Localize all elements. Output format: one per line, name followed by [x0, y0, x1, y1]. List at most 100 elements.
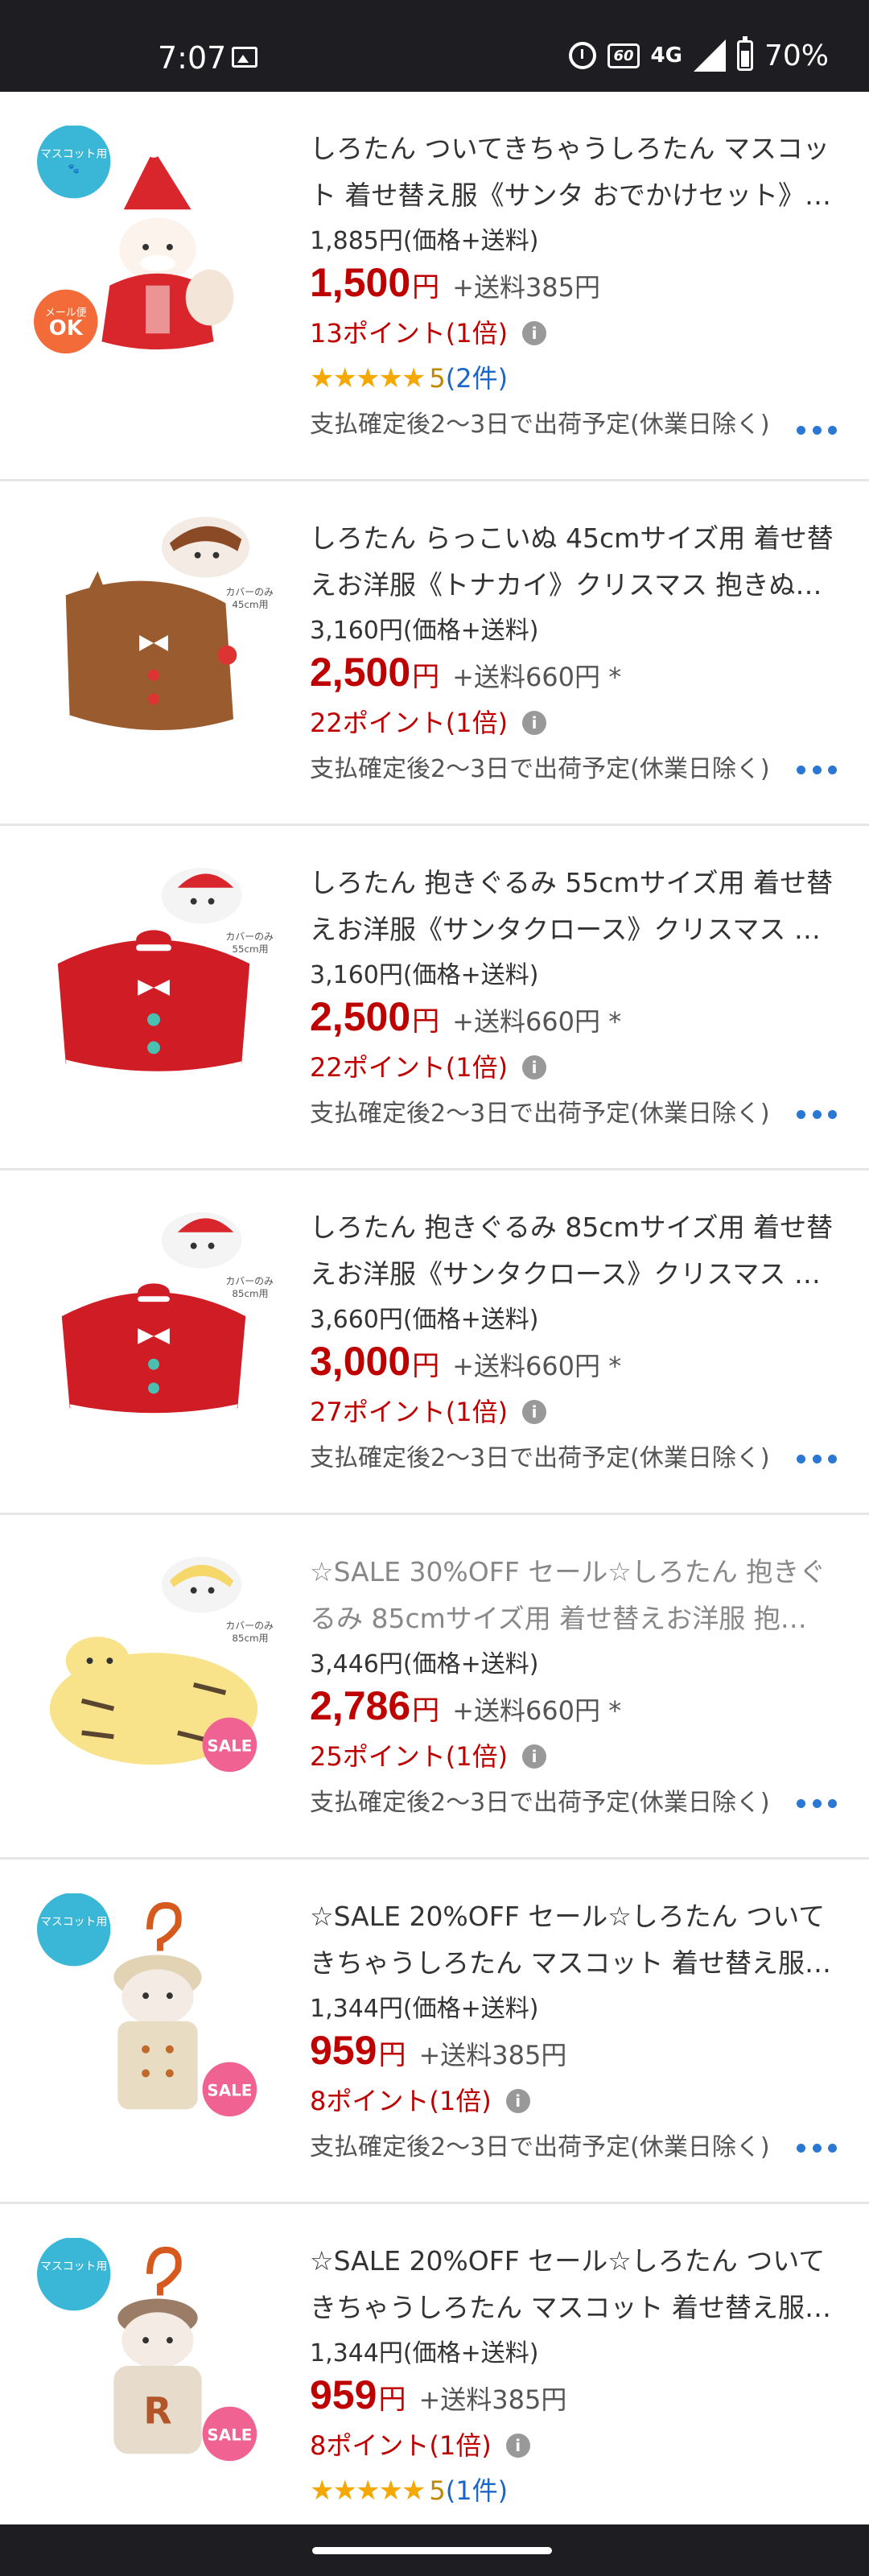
more-options-icon[interactable] — [797, 1106, 837, 1122]
points-label: 8ポイント(1倍) — [310, 2086, 492, 2116]
product-item[interactable]: カバーのみ 85cm用 SALE ☆SALE 30%OFF セール☆しろたん 抱… — [0, 1515, 869, 1860]
product-item[interactable]: カバーのみ 45cm用 しろたん らっこいぬ 45cmサイズ用 着せ替えお洋服《… — [0, 481, 869, 826]
price-row: 2,786 円 +送料660円 * — [310, 1682, 837, 1734]
svg-text:45cm用: 45cm用 — [232, 599, 268, 610]
reference-price: 1,344円(価格+送料) — [310, 2339, 539, 2368]
shipping-note: 支払確定後2〜3日で出荷予定(休業日除く) — [310, 1789, 770, 1817]
points: 25ポイント(1倍) i — [310, 1734, 837, 1779]
gallery-notification-icon — [232, 47, 257, 68]
product-info: しろたん 抱きぐるみ 55cmサイズ用 着せ替えお洋服《サンタクロース》クリスマ… — [310, 860, 837, 1138]
review-count[interactable]: (2件) — [446, 356, 508, 401]
product-title[interactable]: ☆SALE 20%OFF セール☆しろたん ついてきちゃうしろたん マスコット … — [310, 1893, 837, 1987]
network-type: 4G — [650, 43, 682, 68]
points: 13ポイント(1倍) i — [310, 311, 837, 356]
product-thumbnail[interactable]: カバーのみ 45cm用 — [34, 515, 274, 755]
shipping-note: 支払確定後2〜3日で出荷予定(休業日除く) — [310, 1444, 770, 1472]
info-icon[interactable]: i — [505, 2434, 530, 2458]
home-gesture-handle[interactable] — [312, 2547, 552, 2554]
shipping-note: 支払確定後2〜3日で出荷予定(休業日除く) — [310, 2133, 770, 2161]
more-options-icon[interactable] — [797, 1795, 837, 1811]
product-item[interactable]: マスコット用 🐾 メール便 OK しろたん ついてきちゃうしろたん マスコット … — [0, 92, 869, 481]
santa-mascot-image: マスコット用 🐾 メール便 OK — [34, 126, 234, 354]
points-label: 8ポイント(1倍) — [310, 2430, 492, 2461]
status-bar: 7:07 60 4G 70% — [0, 0, 869, 92]
santa-costume-85-image: カバーのみ 85cm用 — [61, 1212, 274, 1424]
product-info: しろたん らっこいぬ 45cmサイズ用 着せ替えお洋服《トナカイ》クリスマス 抱… — [310, 515, 837, 794]
product-list: マスコット用 🐾 メール便 OK しろたん ついてきちゃうしろたん マスコット … — [0, 92, 869, 2526]
info-icon[interactable]: i — [522, 1400, 547, 1424]
more-options-icon[interactable] — [797, 762, 837, 778]
clock: 7:07 — [158, 40, 227, 76]
price: 959 — [310, 2028, 377, 2073]
svg-text:OK: OK — [49, 316, 84, 341]
shipping-fee: +送料660円 * — [452, 662, 622, 692]
product-item[interactable]: マスコット用 R SALE ☆SALE 20%OFF セール☆しろたん ついてき… — [0, 2204, 869, 2526]
product-title[interactable]: ☆SALE 20%OFF セール☆しろたん ついてきちゃうしろたん マスコット … — [310, 2238, 837, 2331]
product-thumbnail[interactable]: カバーのみ 85cm用 SALE — [34, 1549, 274, 1789]
price-unit: 円 — [412, 1695, 440, 1727]
product-title[interactable]: ☆SALE 30%OFF セール☆しろたん 抱きぐるみ 85cmサイズ用 着せ替… — [310, 1549, 837, 1642]
points: 8ポイント(1倍) i — [310, 2079, 837, 2124]
sale-badge-text: SALE — [207, 1736, 252, 1755]
product-info: ☆SALE 20%OFF セール☆しろたん ついてきちゃうしろたん マスコット … — [310, 2238, 837, 2513]
points-label: 27ポイント(1倍) — [310, 1397, 509, 1427]
info-icon[interactable]: i — [522, 321, 547, 345]
price: 959 — [310, 2372, 377, 2417]
product-info: ☆SALE 20%OFF セール☆しろたん ついてきちゃうしろたん マスコット … — [310, 1893, 837, 2172]
review-score: 5 — [429, 2475, 446, 2506]
mascot-badge-text: マスコット用 — [40, 1916, 107, 1929]
svg-text:85cm用: 85cm用 — [232, 1633, 268, 1644]
product-item[interactable]: カバーのみ 85cm用 しろたん 抱きぐるみ 85cmサイズ用 着せ替えお洋服《… — [0, 1170, 869, 1515]
product-item[interactable]: カバーのみ 55cm用 しろたん 抱きぐるみ 55cmサイズ用 着せ替えお洋服《… — [0, 826, 869, 1170]
review[interactable]: ★★★★★ 5 (2件) — [310, 356, 837, 401]
price-unit: 円 — [378, 2384, 406, 2416]
svg-text:カバーのみ: カバーのみ — [225, 1620, 274, 1631]
points-label: 13ポイント(1倍) — [310, 318, 509, 349]
product-title[interactable]: しろたん らっこいぬ 45cmサイズ用 着せ替えお洋服《トナカイ》クリスマス 抱… — [310, 515, 837, 609]
shipping-note: 支払確定後2〜3日で出荷予定(休業日除く) — [310, 755, 770, 783]
points: 8ポイント(1倍) i — [310, 2423, 837, 2468]
svg-text:🐾: 🐾 — [68, 163, 80, 175]
price-row: 3,000 円 +送料660円 * — [310, 1338, 837, 1389]
review-count[interactable]: (1件) — [446, 2468, 508, 2513]
reference-price: 1,344円(価格+送料) — [310, 1995, 539, 2023]
product-thumbnail[interactable]: カバーのみ 55cm用 — [34, 860, 274, 1100]
product-thumbnail[interactable]: マスコット用 R SALE — [34, 2238, 274, 2478]
more-options-icon[interactable] — [797, 1451, 837, 1467]
status-icons: 60 4G 70% — [569, 36, 829, 72]
explorer-mascot-image: マスコット用 SALE — [36, 1893, 257, 2117]
price-row: 1,500 円 +送料385円 — [310, 259, 837, 311]
battery-icon — [736, 36, 753, 71]
shipping-fee: +送料660円 * — [452, 1351, 622, 1381]
points-label: 22ポイント(1倍) — [310, 1052, 509, 1083]
shipping-fee: +送料660円 * — [452, 1006, 622, 1037]
product-title[interactable]: しろたん 抱きぐるみ 55cmサイズ用 着せ替えお洋服《サンタクロース》クリスマ… — [310, 860, 837, 953]
price: 2,500 — [310, 650, 411, 695]
more-options-icon[interactable] — [797, 2140, 837, 2156]
sweater-mascot-image: マスコット用 R SALE — [36, 2238, 257, 2462]
info-icon[interactable]: i — [522, 1744, 547, 1769]
system-navigation-bar — [0, 2524, 869, 2576]
price-unit: 円 — [378, 2039, 406, 2071]
product-thumbnail[interactable]: カバーのみ 85cm用 — [34, 1204, 274, 1444]
more-options-icon[interactable] — [797, 422, 837, 438]
info-icon[interactable]: i — [522, 711, 547, 735]
shipping-fee: +送料385円 — [418, 2384, 567, 2415]
info-icon[interactable]: i — [522, 1055, 547, 1080]
battery-percent: 70% — [764, 39, 829, 72]
product-thumbnail[interactable]: マスコット用 🐾 メール便 OK — [34, 126, 274, 365]
star-rating-icon: ★★★★★ — [310, 2475, 426, 2507]
product-title[interactable]: しろたん ついてきちゃうしろたん マスコット 着せ替え服《サンタ おでかけセット… — [310, 126, 837, 219]
product-item[interactable]: マスコット用 SALE ☆SALE 20%OFF セール☆しろたん ついてきちゃ… — [0, 1860, 869, 2204]
info-icon[interactable]: i — [505, 2089, 530, 2113]
reference-price: 3,446円(価格+送料) — [310, 1650, 539, 1678]
svg-text:85cm用: 85cm用 — [232, 1288, 268, 1299]
points: 27ポイント(1倍) i — [310, 1389, 837, 1435]
product-info: しろたん ついてきちゃうしろたん マスコット 着せ替え服《サンタ おでかけセット… — [310, 126, 837, 449]
review[interactable]: ★★★★★ 5 (1件) — [310, 2468, 837, 2513]
signal-icon — [693, 39, 726, 72]
shipping-fee: +送料385円 — [452, 272, 601, 303]
product-title[interactable]: しろたん 抱きぐるみ 85cmサイズ用 着せ替えお洋服《サンタクロース》クリスマ… — [310, 1204, 837, 1298]
product-thumbnail[interactable]: マスコット用 SALE — [34, 1893, 274, 2133]
svg-text:カバーのみ: カバーのみ — [225, 931, 274, 942]
